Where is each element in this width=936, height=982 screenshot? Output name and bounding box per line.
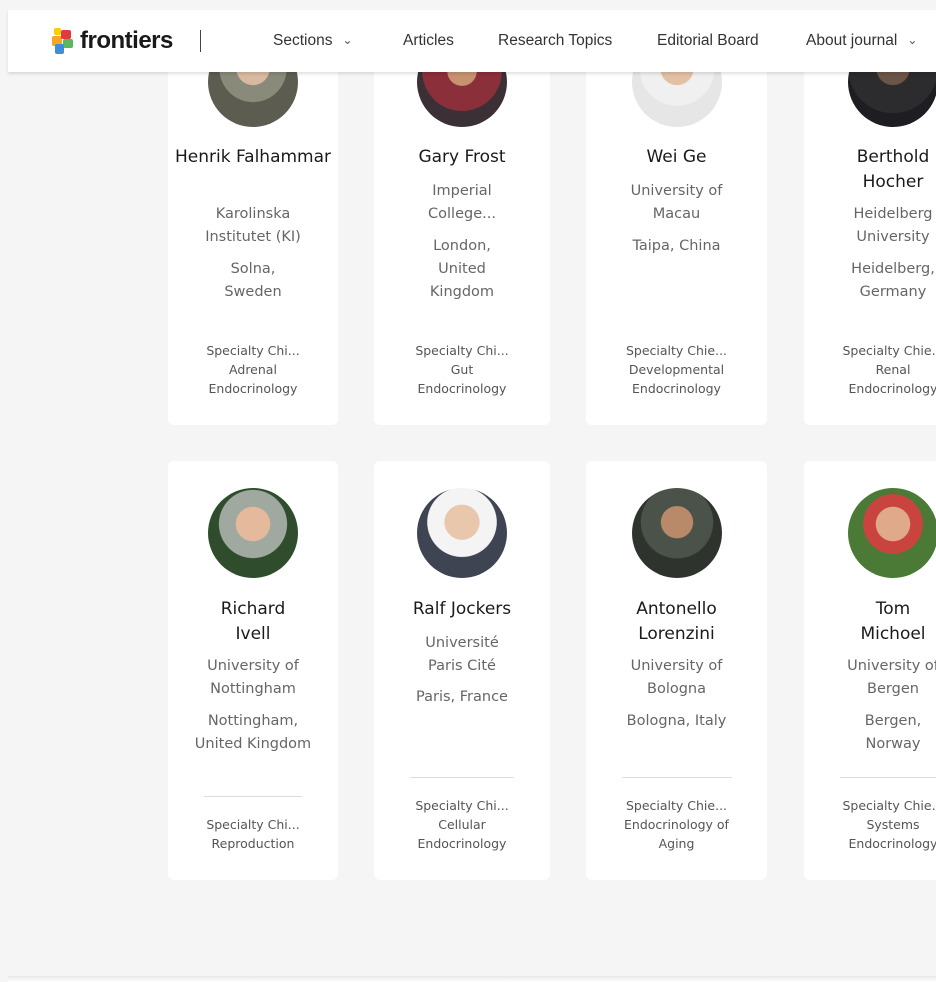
nav-sections-label: Sections [273, 32, 333, 49]
editor-location: Bologna, Italy [626, 713, 727, 729]
nav-articles[interactable]: Articles [403, 32, 454, 50]
card-divider [410, 777, 514, 778]
editor-role-line: Endocrinology [208, 381, 298, 396]
editor-role: Specialty Chi... Adrenal Endocrinology [168, 341, 338, 398]
editor-role: Specialty Chi... Gut Endocrinology [374, 341, 550, 398]
editor-avatar [208, 488, 298, 578]
editor-role-line: Endocrinology [848, 381, 936, 396]
editor-avatar [417, 488, 507, 578]
editor-role: Specialty Chie... Endocrinology of Aging [586, 796, 767, 853]
editor-role-line: Aging [658, 836, 695, 851]
editor-card[interactable]: Gary Frost Imperial College... London, U… [374, 40, 550, 425]
editor-role: Specialty Chi... Reproduction [168, 815, 338, 853]
editor-institution: Université Paris Cité [425, 635, 499, 674]
editor-role-line: Systems [866, 817, 920, 832]
editor-name: Richard Ivell [220, 599, 286, 644]
nav-research-topics[interactable]: Research Topics [498, 32, 612, 50]
editor-role-line: Developmental [628, 362, 725, 377]
chevron-down-icon: ⌄ [342, 33, 353, 47]
editor-role-line: Adrenal [229, 362, 277, 377]
editor-name: Antonello Lorenzini [636, 599, 717, 644]
nav-sections[interactable]: Sections ⌄ [273, 32, 353, 50]
footer-edge [8, 976, 936, 982]
editor-name: Wei Ge [646, 147, 707, 167]
editor-role-line: Specialty Chi... [415, 343, 509, 358]
editor-role-line: Endocrinology [848, 836, 936, 851]
editor-role: Specialty Chie... Renal Endocrinology [804, 341, 936, 398]
nav-research-topics-label: Research Topics [498, 32, 613, 49]
frontiers-logo[interactable]: frontiers [52, 26, 173, 56]
chevron-down-icon: ⌄ [907, 33, 918, 47]
editor-location: Nottingham, United Kingdom [194, 713, 312, 752]
editor-institution: University of Bergen [847, 658, 936, 697]
frontiers-logo-icon [52, 28, 74, 54]
editor-card[interactable]: Antonello Lorenzini University of Bologn… [586, 461, 767, 880]
editor-card[interactable]: Richard Ivell University of Nottingham N… [168, 461, 338, 880]
editor-location: Paris, France [416, 689, 508, 705]
editor-institution: Heidelberg University [853, 206, 933, 245]
editor-role-line: Endocrinology [632, 381, 721, 396]
editor-card[interactable]: Tom Michoel University of Bergen Bergen,… [804, 461, 936, 880]
editor-name-text: Henrik Falhammar [174, 147, 332, 167]
editor-location: Bergen, Norway [864, 713, 922, 752]
editor-name: Berthold Hocher [856, 147, 930, 192]
editor-role-line: Cellular [438, 817, 486, 832]
editor-role-line: Gut [450, 362, 474, 377]
editor-role-line: Endocrinology [417, 381, 507, 396]
editor-role-line: Specialty Chi... [206, 817, 300, 832]
editor-role-line: Specialty Chi... [415, 798, 509, 813]
editor-location: London, United Kingdom [429, 238, 495, 300]
editor-name: Gary Frost [418, 147, 506, 167]
editor-role: Specialty Chie... Developmental Endocrin… [586, 341, 767, 398]
editor-role-line: Specialty Chie... [625, 798, 728, 813]
editor-role-line: Endocrinology of [624, 817, 729, 832]
editor-role-line: Specialty Chie... [842, 798, 936, 813]
editor-institution: University of Macau [630, 183, 723, 222]
nav-about-journal[interactable]: About journal ⌄ [806, 32, 917, 50]
editor-institution: Imperial College... [428, 183, 496, 222]
editor-role-line: Renal [875, 362, 911, 377]
nav-articles-label: Articles [403, 32, 454, 49]
editor-name: Tom Michoel [860, 599, 926, 644]
editor-card[interactable]: Ralf Jockers Université Paris Cité Paris… [374, 461, 550, 880]
card-divider [204, 796, 302, 797]
nav-editorial-board-label: Editorial Board [657, 32, 759, 49]
card-divider [840, 777, 936, 778]
editor-avatar [848, 488, 936, 578]
editor-role-line: Reproduction [211, 836, 295, 851]
editor-avatar [631, 488, 722, 578]
card-divider [622, 777, 732, 778]
nav-about-journal-label: About journal [806, 32, 898, 49]
editor-institution: Karolinska Institutet (KI) [205, 206, 301, 245]
editor-institution: University of Nottingham [207, 658, 299, 697]
editor-role-line: Endocrinology [417, 836, 507, 851]
editor-institution: University of Bologna [630, 658, 723, 697]
editor-role-line: Specialty Chie... [842, 343, 936, 358]
nav-editorial-board[interactable]: Editorial Board [657, 32, 759, 50]
editor-role: Specialty Chie... Systems Endocrinology [804, 796, 936, 853]
editor-name: Henrik Falhammar [168, 145, 338, 170]
editor-location: Taipa, China [632, 238, 721, 254]
editor-role-line: Specialty Chie... [625, 343, 728, 358]
editor-card[interactable]: Wei Ge University of Macau Taipa, China … [586, 40, 767, 425]
editor-location: Solna, Sweden [224, 261, 282, 300]
logo-text: frontiers [80, 27, 173, 54]
editor-card[interactable]: Henrik Falhammar Karolinska Institutet (… [168, 40, 338, 425]
editor-card[interactable]: Berthold Hocher Heidelberg University He… [804, 40, 936, 425]
editor-role: Specialty Chi... Cellular Endocrinology [374, 796, 550, 853]
top-navigation-bar: frontiers Sections ⌄ Articles Research To… [8, 10, 936, 72]
editor-role-line: Specialty Chi... [206, 343, 300, 358]
editor-location: Heidelberg, Germany [851, 261, 935, 300]
logo-divider [200, 30, 201, 52]
editor-name: Ralf Jockers [412, 599, 512, 619]
